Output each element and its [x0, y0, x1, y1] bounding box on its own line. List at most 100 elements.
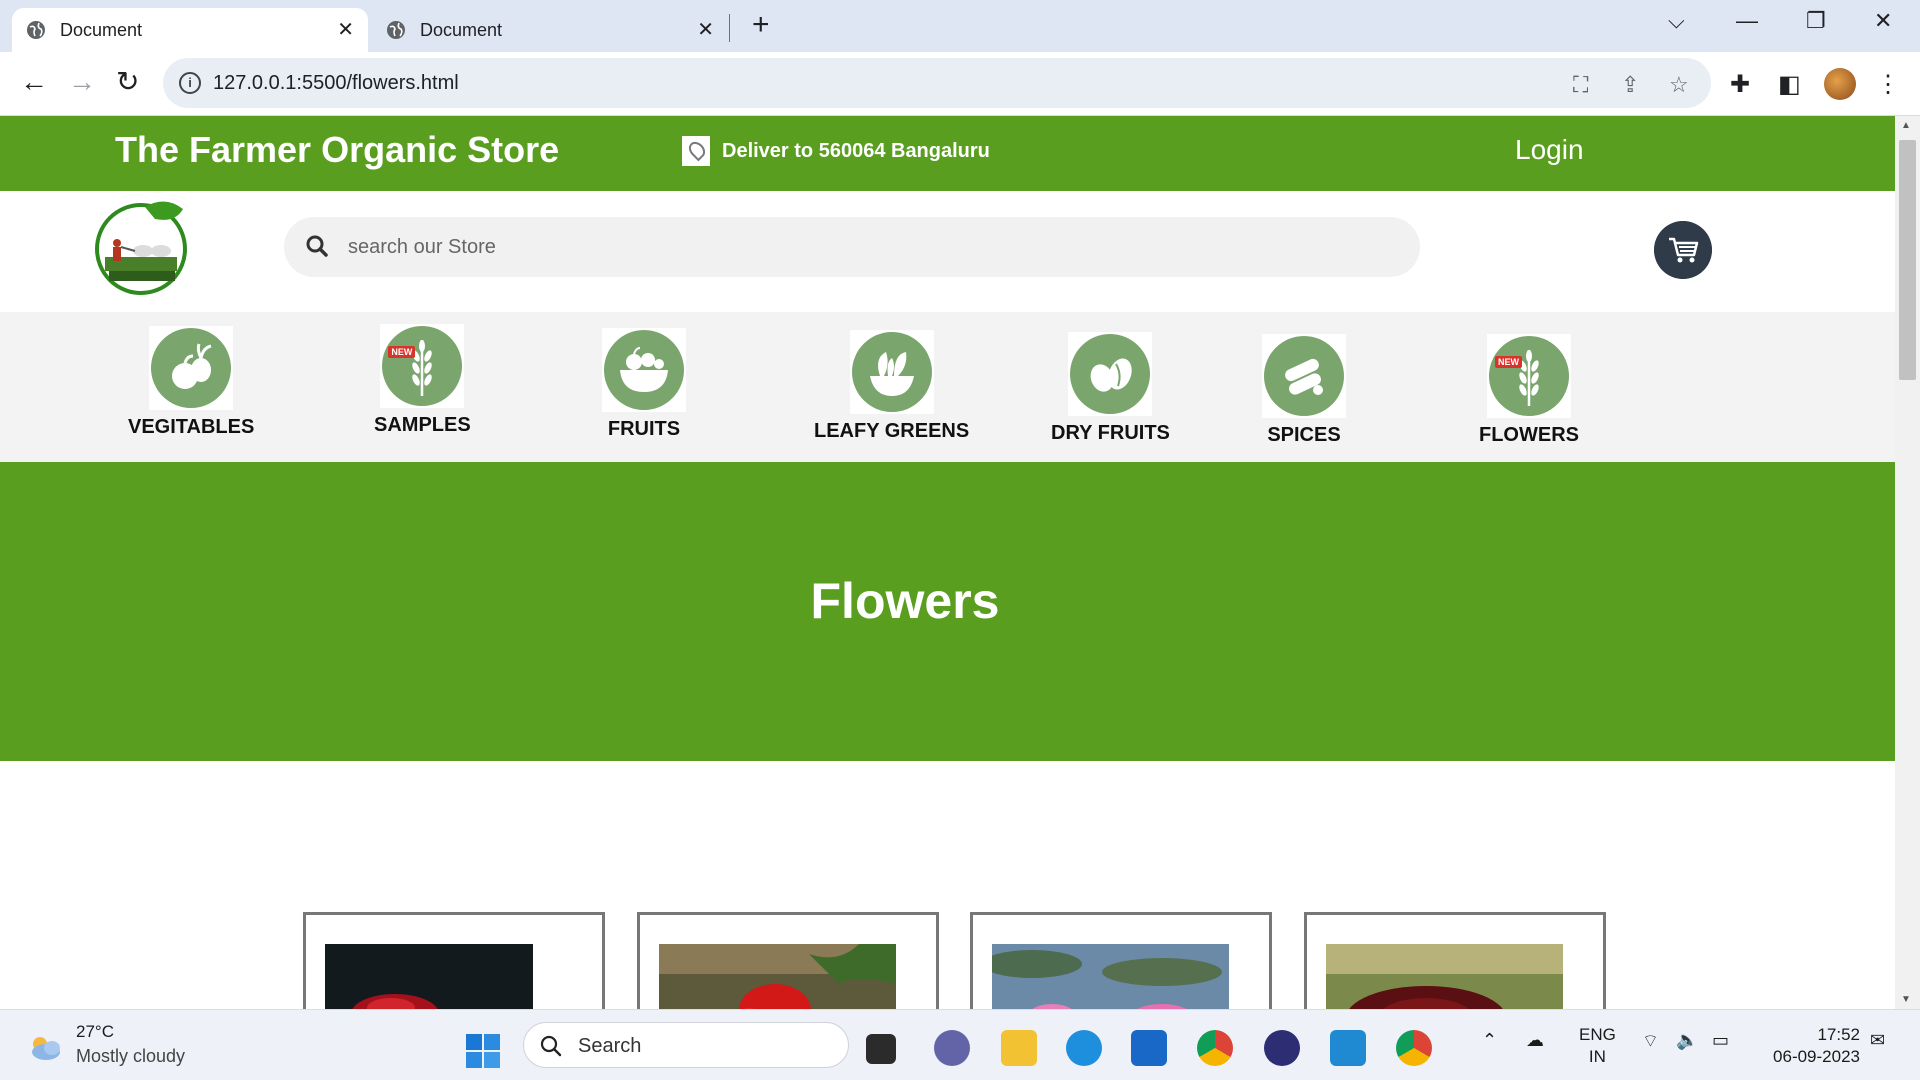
search-icon — [306, 235, 328, 257]
category-leafy-greens[interactable]: LEAFY GREENS — [814, 330, 969, 443]
farmer-logo[interactable] — [95, 197, 189, 297]
page-title: Flowers — [810, 573, 1000, 629]
back-arrow-icon[interactable]: ← — [20, 68, 48, 96]
scrollbar-thumb[interactable] — [1899, 140, 1916, 380]
address-bar[interactable]: i 127.0.0.1:5500/flowers.html ⛶ ⇪ ☆ — [163, 58, 1711, 108]
category-flowers[interactable]: NEW FLOWERS — [1479, 334, 1579, 447]
brand-title[interactable]: The Farmer Organic Store — [115, 129, 559, 171]
volume-icon[interactable]: 🔈 — [1676, 1030, 1698, 1051]
cloudy-weather-icon[interactable] — [26, 1032, 64, 1062]
tab-divider — [729, 14, 730, 42]
category-dry-fruits[interactable]: DRY FRUITS — [1051, 332, 1170, 445]
taskbar: 27°C Mostly cloudy Search ⌃ ☁ ENG IN ⌔ 🔈… — [0, 1009, 1920, 1080]
window-close-icon[interactable]: ✕ — [1874, 8, 1892, 34]
clock[interactable]: 17:52 06-09-2023 — [1760, 1024, 1860, 1068]
spices-icon — [1262, 334, 1346, 418]
category-spices[interactable]: SPICES — [1262, 334, 1346, 447]
taskbar-search-label: Search — [578, 1035, 642, 1057]
chevron-up-icon[interactable]: ⌃ — [1482, 1030, 1497, 1051]
category-vegitables[interactable]: VEGITABLES — [128, 326, 254, 439]
language-indicator[interactable]: ENG IN — [1579, 1024, 1616, 1068]
reload-icon[interactable]: ↻ — [116, 68, 139, 96]
cart-icon[interactable] — [1654, 221, 1712, 279]
tab-search-chevron-icon[interactable]: ⌵ — [1668, 8, 1685, 34]
clock-date: 06-09-2023 — [1773, 1047, 1860, 1066]
leafy-bowl-icon — [849, 330, 934, 414]
product-image[interactable] — [659, 944, 896, 1009]
wifi-icon[interactable]: ⌔ — [1642, 1030, 1659, 1053]
category-label: LEAFY GREENS — [814, 420, 970, 442]
search-icon — [540, 1035, 562, 1057]
page-viewport: The Farmer Organic Store Deliver to 5600… — [0, 116, 1895, 1009]
profile-avatar[interactable] — [1824, 68, 1856, 100]
microsoft-store-icon[interactable] — [1131, 1030, 1167, 1066]
restore-icon[interactable]: ❐ — [1806, 8, 1826, 34]
product-card[interactable] — [637, 912, 939, 1009]
browser-tab[interactable]: Document ✕ — [12, 8, 368, 52]
minimize-icon[interactable]: — — [1736, 8, 1758, 34]
product-card[interactable] — [1304, 912, 1606, 1009]
forward-arrow-icon[interactable]: → — [68, 68, 96, 96]
category-fruits[interactable]: FRUITS — [602, 328, 686, 441]
new-tab-plus-icon[interactable]: + — [752, 10, 770, 40]
edge-browser-icon[interactable] — [1066, 1030, 1102, 1066]
kebab-menu-icon[interactable]: ⋮ — [1876, 70, 1900, 99]
deliver-text: Deliver to 560064 Bangaluru — [722, 139, 990, 162]
site-info-icon[interactable]: i — [179, 72, 201, 94]
notification-icon[interactable]: ✉ — [1870, 1030, 1885, 1051]
vscode-icon[interactable] — [1330, 1030, 1366, 1066]
close-icon[interactable]: ✕ — [697, 20, 714, 40]
category-label: VEGITABLES — [128, 416, 255, 438]
category-samples[interactable]: NEW SAMPLES — [374, 324, 471, 437]
search-row — [0, 191, 1895, 312]
category-label: DRY FRUITS — [1051, 422, 1170, 444]
weather-temp[interactable]: 27°C — [76, 1022, 114, 1042]
eclipse-icon[interactable] — [1264, 1030, 1300, 1066]
scroll-up-arrow-icon[interactable]: ▲ — [1901, 120, 1911, 131]
chrome-icon[interactable] — [1197, 1030, 1233, 1066]
weather-condition[interactable]: Mostly cloudy — [76, 1046, 185, 1067]
product-card[interactable] — [303, 912, 605, 1009]
battery-icon[interactable]: ▭ — [1712, 1030, 1729, 1051]
close-icon[interactable]: ✕ — [337, 20, 354, 40]
side-panel-icon[interactable]: ◧ — [1778, 70, 1801, 99]
scroll-down-arrow-icon[interactable]: ▼ — [1901, 994, 1911, 1005]
onedrive-cloud-icon[interactable]: ☁ — [1526, 1030, 1544, 1051]
deliver-location[interactable]: Deliver to 560064 Bangaluru — [682, 136, 990, 166]
page-banner: Flowers — [0, 462, 1895, 761]
bookmark-star-icon[interactable]: ☆ — [1669, 72, 1689, 98]
product-image[interactable] — [1326, 944, 1563, 1009]
taskbar-search[interactable]: Search — [523, 1022, 849, 1068]
search-input[interactable] — [348, 227, 1388, 267]
globe-icon — [27, 21, 45, 39]
translate-icon[interactable]: ⛶ — [1573, 72, 1588, 98]
category-row: VEGITABLES NEW SAMPLES FRUITS LEAFY GREE… — [0, 312, 1895, 462]
new-badge: NEW — [388, 346, 416, 358]
url-text[interactable]: 127.0.0.1:5500/flowers.html — [213, 72, 459, 95]
product-image[interactable] — [325, 944, 533, 1009]
page-scrollbar[interactable]: ▲ ▼ — [1895, 116, 1920, 1009]
tab-title: Document — [420, 19, 503, 40]
file-explorer-icon[interactable] — [1001, 1030, 1037, 1066]
vegetables-icon — [149, 326, 234, 410]
category-label: FRUITS — [607, 418, 681, 440]
extensions-puzzle-icon[interactable]: ✚ — [1730, 70, 1750, 99]
region-code: IN — [1588, 1047, 1606, 1066]
tab-title: Document — [60, 19, 143, 40]
login-link[interactable]: Login — [1515, 134, 1584, 166]
nuts-icon — [1068, 332, 1153, 416]
chrome-profile-icon[interactable] — [1396, 1030, 1432, 1066]
store-search-box[interactable] — [284, 217, 1420, 277]
windows-start-icon[interactable] — [466, 1034, 500, 1068]
share-icon[interactable]: ⇪ — [1621, 72, 1639, 98]
new-badge: NEW — [1495, 356, 1522, 368]
category-label: SAMPLES — [374, 414, 471, 436]
product-image[interactable] — [992, 944, 1229, 1009]
clock-time: 17:52 — [1817, 1025, 1860, 1044]
task-view-icon[interactable] — [866, 1034, 896, 1064]
teams-chat-icon[interactable] — [934, 1030, 970, 1066]
product-card[interactable] — [970, 912, 1272, 1009]
location-pin-icon — [682, 136, 710, 166]
browser-tab[interactable]: Document ✕ — [372, 8, 728, 52]
wheat-icon: NEW — [1487, 334, 1571, 418]
